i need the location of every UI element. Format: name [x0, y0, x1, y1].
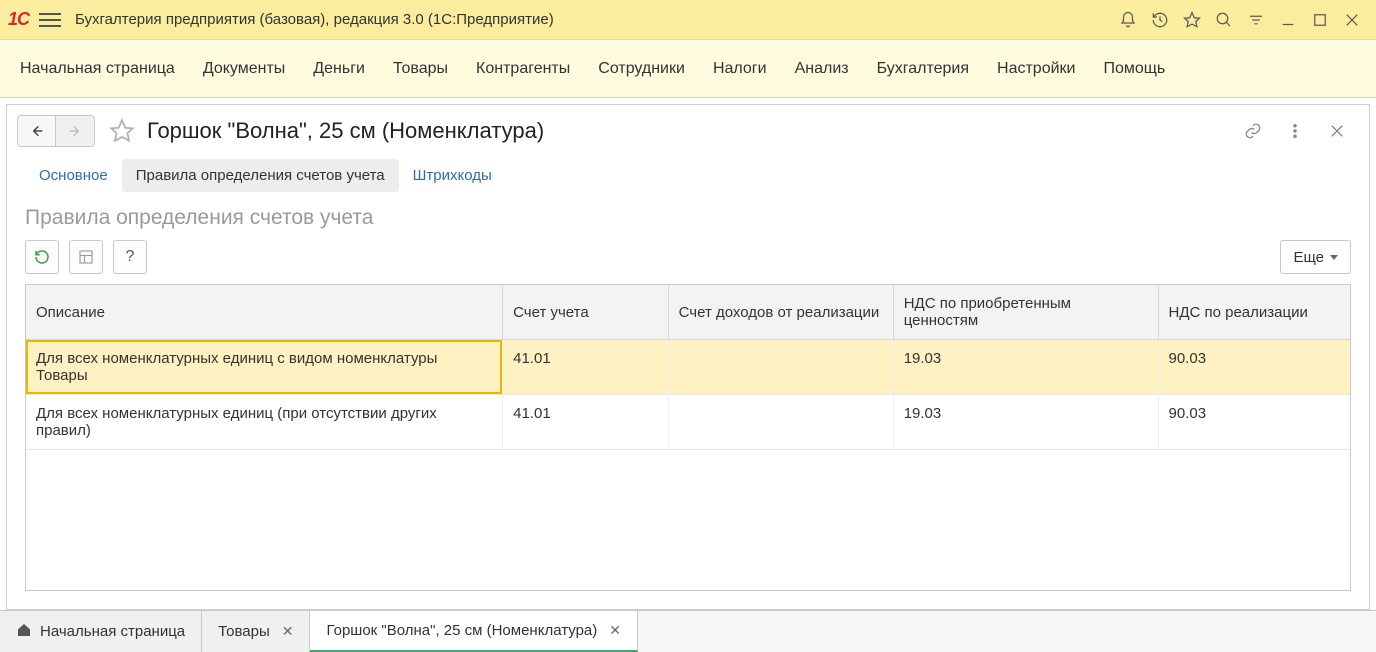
search-icon[interactable] [1208, 4, 1240, 36]
more-vertical-icon[interactable] [1281, 117, 1309, 145]
cell-vat-purchase: 19.03 [893, 340, 1158, 395]
tab-current-item[interactable]: Горшок "Волна", 25 см (Номенклатура) ✕ [310, 611, 638, 652]
chevron-down-icon [1330, 255, 1338, 260]
table-row[interactable]: Для всех номенклатурных единиц с видом н… [26, 340, 1350, 395]
cell-account: 41.01 [503, 340, 669, 395]
minimize-button[interactable] [1272, 4, 1304, 36]
tab-close-icon[interactable]: ✕ [609, 622, 621, 639]
menu-taxes[interactable]: Налоги [713, 60, 767, 78]
close-button[interactable] [1336, 4, 1368, 36]
cell-vat-sale: 90.03 [1158, 395, 1350, 450]
section-toolbar: ? Еще [7, 236, 1369, 284]
col-income-account[interactable]: Счет доходов от реализации [668, 285, 893, 340]
tab-home[interactable]: Начальная страница [0, 611, 202, 652]
menu-settings[interactable]: Настройки [997, 60, 1075, 78]
cell-account: 41.01 [503, 395, 669, 450]
menu-icon[interactable] [39, 9, 61, 31]
cell-vat-purchase: 19.03 [893, 395, 1158, 450]
menu-goods[interactable]: Товары [393, 60, 448, 78]
tab-label: Товары [218, 623, 270, 640]
maximize-button[interactable] [1304, 4, 1336, 36]
filter-icon[interactable] [1240, 4, 1272, 36]
cell-income [668, 340, 893, 395]
cell-description: Для всех номенклатурных единиц (при отсу… [26, 395, 503, 450]
menu-accounting[interactable]: Бухгалтерия [877, 60, 969, 78]
question-icon: ? [126, 248, 135, 266]
favorite-star-icon[interactable] [109, 118, 135, 144]
cell-vat-sale: 90.03 [1158, 340, 1350, 395]
page-header: Горшок "Волна", 25 см (Номенклатура) [7, 105, 1369, 151]
cell-description: Для всех номенклатурных единиц с видом н… [26, 340, 503, 395]
col-description[interactable]: Описание [26, 285, 503, 340]
more-menu-label: Еще [1293, 249, 1324, 266]
window-tabs: Начальная страница Товары ✕ Горшок "Волн… [0, 610, 1376, 652]
main-menu: Начальная страница Документы Деньги Това… [0, 40, 1376, 98]
table-header-row: Описание Счет учета Счет доходов от реал… [26, 285, 1350, 340]
tab-account-rules[interactable]: Правила определения счетов учета [122, 159, 399, 192]
cell-income [668, 395, 893, 450]
link-icon[interactable] [1239, 117, 1267, 145]
content-area: Горшок "Волна", 25 см (Номенклатура) Осн… [6, 104, 1370, 610]
history-icon[interactable] [1144, 4, 1176, 36]
rules-table: Описание Счет учета Счет доходов от реал… [26, 285, 1350, 450]
window-title: Бухгалтерия предприятия (базовая), редак… [75, 11, 554, 28]
config-button[interactable] [69, 240, 103, 274]
bell-icon[interactable] [1112, 4, 1144, 36]
menu-help[interactable]: Помощь [1103, 60, 1165, 78]
help-button[interactable]: ? [113, 240, 147, 274]
menu-money[interactable]: Деньги [313, 60, 365, 78]
menu-counterparties[interactable]: Контрагенты [476, 60, 570, 78]
tab-close-icon[interactable]: ✕ [282, 623, 294, 640]
tab-label: Горшок "Волна", 25 см (Номенклатура) [326, 622, 597, 639]
tab-barcodes[interactable]: Штрихкоды [399, 159, 506, 192]
table-row[interactable]: Для всех номенклатурных единиц (при отсу… [26, 395, 1350, 450]
tab-goods[interactable]: Товары ✕ [202, 611, 310, 652]
more-menu-button[interactable]: Еще [1280, 240, 1351, 274]
menu-documents[interactable]: Документы [203, 60, 285, 78]
home-icon [16, 622, 32, 642]
section-heading: Правила определения счетов учета [7, 192, 1369, 236]
nav-back-button[interactable] [18, 116, 56, 146]
title-bar: 1C Бухгалтерия предприятия (базовая), ре… [0, 0, 1376, 40]
rules-table-wrap: Описание Счет учета Счет доходов от реал… [25, 284, 1351, 591]
tab-label: Начальная страница [40, 623, 185, 640]
tab-main[interactable]: Основное [25, 159, 122, 192]
menu-employees[interactable]: Сотрудники [598, 60, 685, 78]
col-account[interactable]: Счет учета [503, 285, 669, 340]
col-vat-sale[interactable]: НДС по реализации [1158, 285, 1350, 340]
page-tabs: Основное Правила определения счетов учет… [7, 151, 1369, 192]
menu-analysis[interactable]: Анализ [795, 60, 849, 78]
refresh-button[interactable] [25, 240, 59, 274]
nav-forward-button[interactable] [56, 116, 94, 146]
col-vat-purchase[interactable]: НДС по приобретенным ценностям [893, 285, 1158, 340]
page-title: Горшок "Волна", 25 см (Номенклатура) [147, 118, 544, 144]
menu-home[interactable]: Начальная страница [20, 60, 175, 78]
star-icon[interactable] [1176, 4, 1208, 36]
nav-buttons [17, 115, 95, 147]
content-close-icon[interactable] [1323, 117, 1351, 145]
app-logo: 1C [8, 9, 29, 30]
